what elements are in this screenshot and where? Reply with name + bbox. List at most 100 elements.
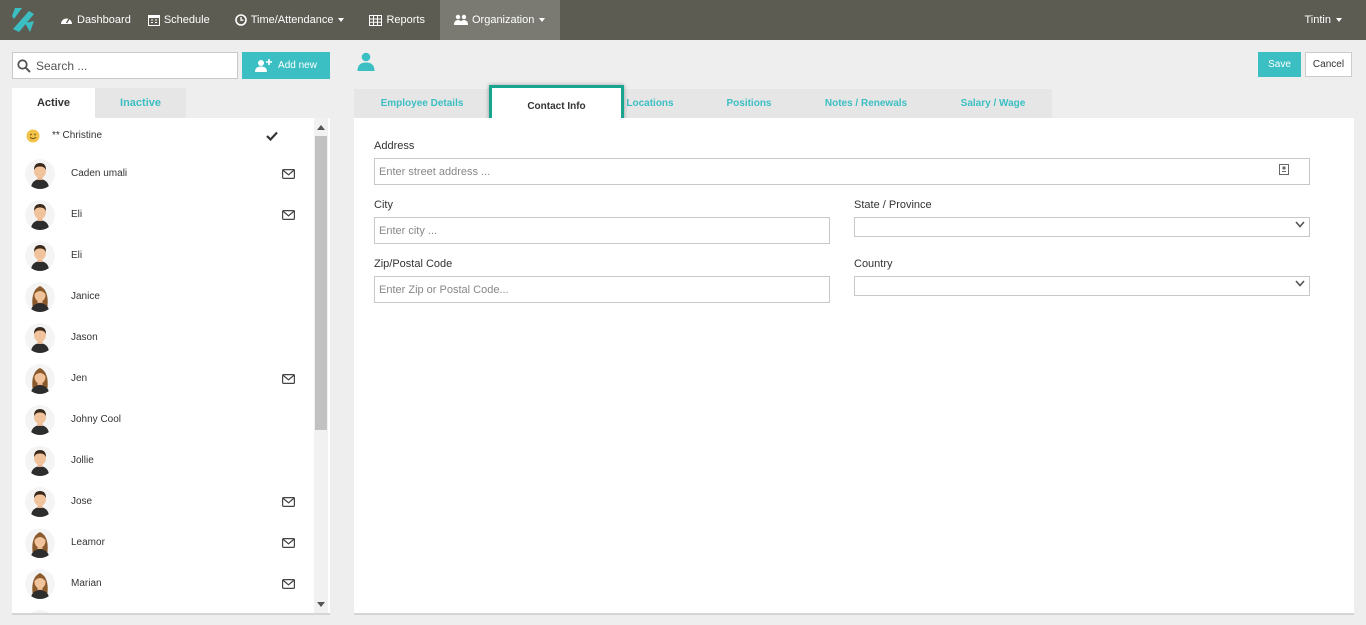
cancel-button[interactable]: Cancel bbox=[1305, 52, 1352, 77]
mail-icon[interactable] bbox=[282, 168, 295, 179]
smiley-avatar-icon bbox=[26, 129, 40, 142]
tab-active[interactable]: Active bbox=[12, 88, 95, 118]
mail-icon[interactable] bbox=[282, 537, 295, 548]
employee-name: ** Christine bbox=[52, 130, 103, 141]
state-select[interactable] bbox=[854, 217, 1310, 237]
female-avatar-icon bbox=[25, 568, 55, 599]
male-avatar-icon bbox=[25, 486, 55, 517]
employee-tabs: Employee Details Locations Positions Not… bbox=[354, 85, 1052, 127]
male-avatar-icon bbox=[25, 445, 55, 476]
mail-icon[interactable] bbox=[282, 373, 295, 384]
employee-row[interactable]: Caden umali bbox=[12, 153, 330, 194]
employee-list: ** Christine Caden umali Eli Eli Janice Jaso… bbox=[12, 118, 330, 615]
male-avatar-icon bbox=[25, 199, 55, 230]
employee-name: Marian bbox=[71, 578, 102, 589]
nav-reports-label: Reports bbox=[386, 14, 425, 26]
male-avatar-icon bbox=[25, 322, 55, 353]
employee-row[interactable]: Janice bbox=[12, 276, 330, 317]
employee-name: Janice bbox=[71, 291, 100, 302]
user-name: Tintin bbox=[1304, 14, 1332, 26]
add-new-label: Add new bbox=[278, 60, 317, 71]
country-select[interactable] bbox=[854, 276, 1310, 296]
chevron-down-icon bbox=[1295, 221, 1305, 228]
employee-name: Jen bbox=[71, 373, 88, 384]
chevron-down-icon bbox=[1295, 280, 1305, 287]
country-label: Country bbox=[854, 258, 893, 270]
zip-label: Zip/Postal Code bbox=[374, 258, 453, 270]
employee-row[interactable]: Jen bbox=[12, 358, 330, 399]
nav-dashboard[interactable]: Dashboard bbox=[46, 0, 146, 40]
nav-time-attendance[interactable]: Time/Attendance bbox=[225, 0, 360, 40]
nav-dashboard-label: Dashboard bbox=[77, 14, 131, 26]
employee-row[interactable]: Marian bbox=[12, 563, 330, 604]
employee-row[interactable]: Johny Cool bbox=[12, 399, 330, 440]
search-input[interactable] bbox=[34, 57, 237, 74]
state-label: State / Province bbox=[854, 199, 932, 211]
chevron-down-icon bbox=[338, 18, 345, 22]
table-icon bbox=[369, 14, 383, 26]
mail-icon[interactable] bbox=[282, 496, 295, 507]
check-icon bbox=[266, 131, 278, 141]
tab-positions[interactable]: Positions bbox=[712, 89, 786, 118]
female-avatar-icon bbox=[25, 527, 55, 558]
scroll-up-icon[interactable] bbox=[314, 120, 328, 134]
user-menu[interactable]: Tintin bbox=[1304, 0, 1342, 40]
calendar-icon bbox=[147, 14, 160, 26]
male-avatar-icon bbox=[25, 158, 55, 189]
employee-name: Eli bbox=[71, 250, 83, 261]
male-avatar-icon bbox=[25, 404, 55, 435]
employee-name: Johny Cool bbox=[71, 414, 122, 425]
employee-name: Jose bbox=[71, 496, 93, 507]
tab-employee-details[interactable]: Employee Details bbox=[368, 89, 476, 118]
scrollbar[interactable] bbox=[314, 118, 328, 613]
employee-row[interactable] bbox=[12, 604, 330, 613]
city-input[interactable] bbox=[374, 217, 830, 244]
employee-name: Eli bbox=[71, 209, 83, 220]
tab-inactive[interactable]: Inactive bbox=[95, 88, 186, 118]
add-new-button[interactable]: Add new bbox=[242, 52, 330, 79]
female-avatar-icon bbox=[25, 281, 55, 312]
employee-name: Jollie bbox=[71, 455, 94, 466]
chevron-down-icon bbox=[1336, 18, 1342, 22]
brand-logo-icon[interactable] bbox=[0, 0, 46, 40]
tab-notes-renewals[interactable]: Notes / Renewals bbox=[810, 89, 922, 118]
city-label: City bbox=[374, 199, 393, 211]
scroll-thumb[interactable] bbox=[315, 136, 327, 430]
female-avatar-icon bbox=[25, 363, 55, 394]
nav-reports[interactable]: Reports bbox=[359, 0, 440, 40]
mail-icon[interactable] bbox=[282, 209, 295, 220]
address-field-wrap bbox=[374, 158, 1310, 185]
address-input[interactable] bbox=[374, 158, 1310, 185]
search-icon bbox=[17, 58, 31, 73]
male-avatar-icon bbox=[25, 240, 55, 271]
add-user-icon bbox=[255, 59, 273, 72]
chevron-down-icon bbox=[539, 18, 546, 22]
employee-row[interactable]: Jollie bbox=[12, 440, 330, 481]
nav-schedule[interactable]: Schedule bbox=[146, 0, 225, 40]
tab-salary-wage[interactable]: Salary / Wage bbox=[946, 89, 1040, 118]
employee-name: Jason bbox=[71, 332, 98, 343]
employee-row[interactable]: Eli bbox=[12, 235, 330, 276]
nav-time-attendance-label: Time/Attendance bbox=[250, 14, 334, 26]
status-tabs: Active Inactive bbox=[12, 88, 330, 118]
users-icon bbox=[453, 14, 468, 26]
nav-schedule-label: Schedule bbox=[163, 14, 210, 26]
address-label: Address bbox=[374, 140, 415, 152]
nav-organization-label: Organization bbox=[471, 14, 535, 26]
scroll-down-icon[interactable] bbox=[314, 597, 328, 611]
employee-row[interactable]: Jason bbox=[12, 317, 330, 358]
nav-organization[interactable]: Organization bbox=[439, 0, 561, 40]
employee-row[interactable]: Leamor bbox=[12, 522, 330, 563]
employee-row[interactable]: Eli bbox=[12, 194, 330, 235]
employee-name: Leamor bbox=[71, 537, 105, 548]
zip-input[interactable] bbox=[374, 276, 830, 303]
user-icon bbox=[357, 52, 375, 71]
top-navbar: Dashboard Schedule Time/Attendance Repor… bbox=[0, 0, 1366, 40]
search-box bbox=[12, 52, 238, 79]
mail-icon[interactable] bbox=[282, 578, 295, 589]
save-button[interactable]: Save bbox=[1258, 52, 1301, 77]
employee-row[interactable]: ** Christine bbox=[12, 118, 330, 153]
employee-row[interactable]: Jose bbox=[12, 481, 330, 522]
address-lookup-icon[interactable] bbox=[1279, 164, 1289, 175]
clock-icon bbox=[234, 14, 247, 26]
